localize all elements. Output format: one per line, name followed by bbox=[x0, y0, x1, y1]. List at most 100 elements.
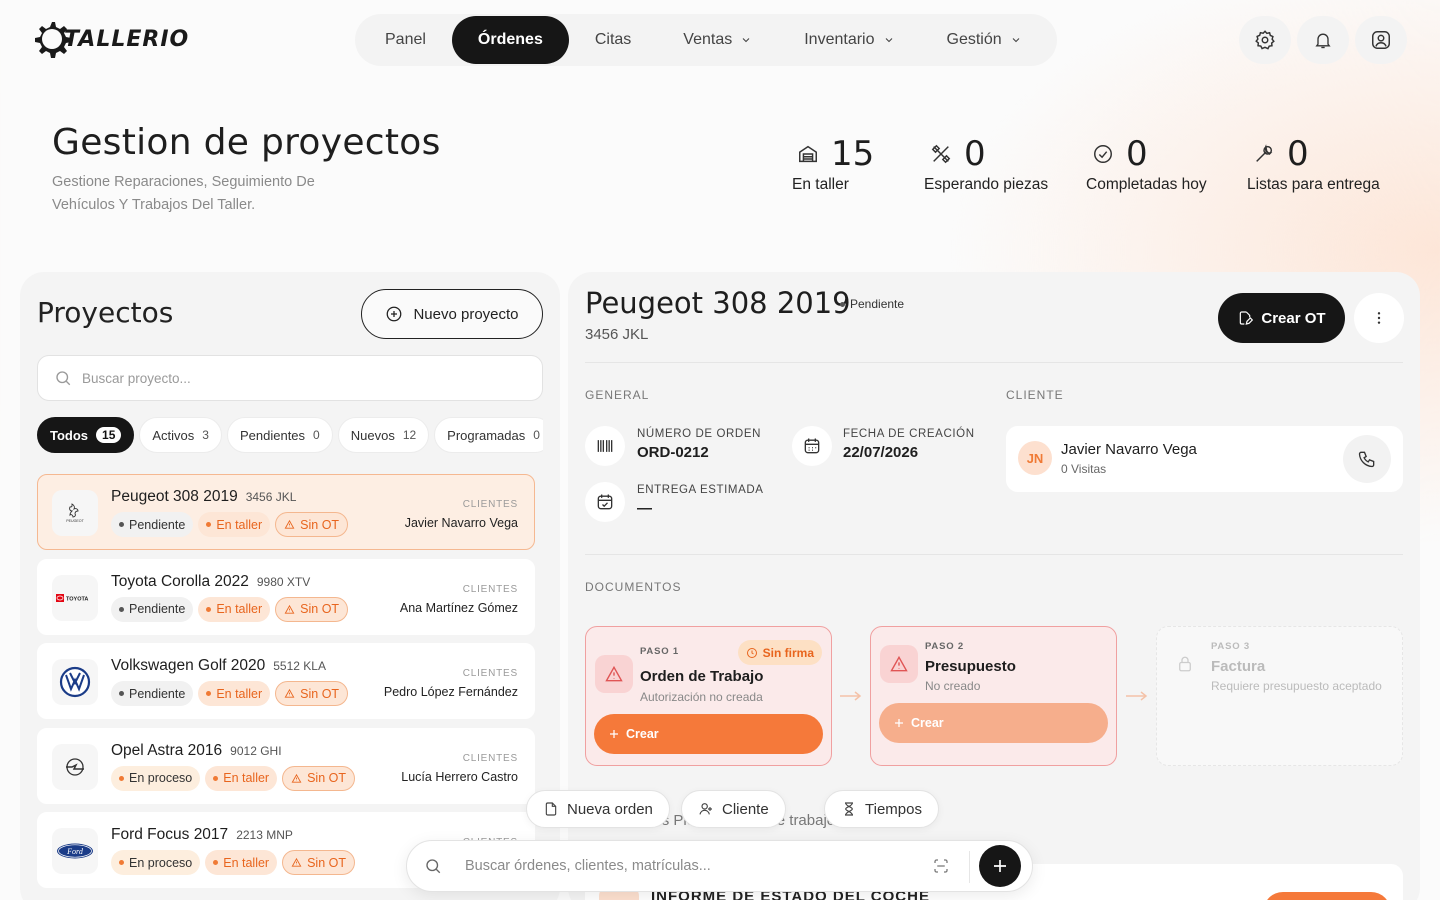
project-tags: Pendiente En taller Sin OT bbox=[111, 681, 349, 706]
quick-times-button[interactable]: Tiempos bbox=[824, 790, 939, 828]
more-options-button[interactable] bbox=[1354, 293, 1404, 343]
project-tags: Pendiente En taller Sin OT bbox=[111, 596, 349, 622]
logo-text: TALLERIO bbox=[64, 26, 190, 52]
ot-badge: Sin OT bbox=[275, 681, 349, 706]
plus-icon bbox=[994, 860, 1006, 872]
nav-item-panel[interactable]: Panel bbox=[359, 16, 452, 64]
detail-status-text: Pendiente bbox=[850, 297, 905, 311]
search-icon bbox=[426, 859, 441, 874]
filter-chip-todos[interactable]: Todos 15 bbox=[37, 417, 135, 453]
nav-item-ordenes[interactable]: Órdenes bbox=[451, 16, 569, 64]
report-button[interactable] bbox=[1263, 892, 1391, 900]
filter-label: Todos bbox=[50, 427, 89, 443]
global-search-bar[interactable]: Buscar órdenes, clientes, matrículas... bbox=[406, 840, 1033, 892]
stat-value: 15 bbox=[831, 134, 875, 174]
user-icon bbox=[1372, 31, 1390, 49]
nav-item-ventas[interactable]: Ventas bbox=[657, 16, 778, 64]
more-vertical-icon bbox=[1377, 312, 1381, 324]
filter-chip-nuevos[interactable]: Nuevos 12 bbox=[337, 417, 430, 453]
client-visits: 0 Visitas bbox=[1061, 462, 1107, 476]
project-name: Toyota Corolla 2022 9980 XTV bbox=[111, 573, 310, 591]
project-search-input[interactable]: Buscar proyecto... bbox=[37, 355, 543, 401]
project-client: CLIENTES Lucía Herrero Castro bbox=[401, 753, 518, 784]
brand-logo: PEUGEOT bbox=[52, 490, 98, 536]
settings-button[interactable] bbox=[1239, 16, 1291, 64]
client-label: CLIENTES bbox=[462, 583, 518, 595]
nav-label: Panel bbox=[385, 31, 426, 48]
project-card[interactable]: Volkswagen Golf 2020 5512 KLA Pendiente En … bbox=[37, 643, 535, 719]
wrench-icon bbox=[1256, 144, 1273, 162]
check-circle-icon bbox=[1094, 145, 1112, 163]
project-name: Ford Focus 2017 2213 MNP bbox=[111, 826, 293, 844]
create-ot-button[interactable]: Crear OT bbox=[1218, 293, 1345, 343]
plus-circle-icon bbox=[387, 306, 402, 322]
quick-action-label: Tiempos bbox=[865, 800, 922, 818]
calendar-check-icon-wrap bbox=[585, 482, 625, 522]
lock-icon bbox=[1179, 656, 1191, 672]
project-card[interactable]: PEUGEOT Peugeot 308 2019 3456 JKL Pendiente… bbox=[37, 474, 535, 550]
stat-label: Esperando piezas bbox=[924, 176, 1049, 193]
project-card[interactable]: TOYOTA Toyota Corolla 2022 9980 XTV Pendien… bbox=[37, 558, 535, 635]
plus-icon bbox=[895, 719, 903, 727]
create-work-order-button[interactable]: Crear bbox=[594, 714, 823, 754]
filter-label: Programadas bbox=[447, 427, 526, 443]
search-placeholder: Buscar proyecto... bbox=[82, 370, 191, 386]
client-card[interactable]: JN Javier Navarro Vega 0 Visitas bbox=[1006, 426, 1403, 492]
filter-label: Pendientes bbox=[239, 427, 306, 443]
ot-text: Sin OT bbox=[300, 517, 340, 532]
filter-chip-programadas[interactable]: Programadas 0 bbox=[434, 417, 543, 453]
bell-icon bbox=[1315, 33, 1331, 49]
ot-text: Sin OT bbox=[307, 771, 346, 785]
status-text: Pendiente bbox=[129, 686, 186, 701]
creation-date-label: FECHA DE CREACIÓN bbox=[843, 428, 975, 440]
ot-text: Sin OT bbox=[300, 602, 340, 616]
notifications-button[interactable] bbox=[1297, 16, 1349, 64]
delivery-date-value: — bbox=[637, 500, 652, 517]
chevron-down-icon bbox=[885, 38, 892, 43]
project-plate: 3456 JKL bbox=[245, 490, 297, 504]
project-tags: En proceso En taller Sin OT bbox=[111, 850, 355, 875]
client-name: Ana Martínez Gómez bbox=[399, 600, 518, 615]
detail-title: Peugeot 308 2019 bbox=[585, 286, 851, 320]
profile-button[interactable] bbox=[1355, 16, 1407, 64]
client-label: CLIENTES bbox=[462, 499, 518, 510]
scan-icon[interactable] bbox=[932, 857, 950, 875]
warning-icon bbox=[284, 604, 295, 614]
app-logo[interactable]: TALLERIO bbox=[32, 18, 189, 60]
location-text: En taller bbox=[223, 771, 270, 785]
plus-icon bbox=[610, 730, 618, 738]
status-badge: Pendiente bbox=[111, 681, 194, 706]
nav-item-gestion[interactable]: Gestión bbox=[921, 16, 1048, 64]
global-add-button[interactable] bbox=[979, 845, 1021, 887]
project-list[interactable]: PEUGEOT Peugeot 308 2019 3456 JKL Pendiente… bbox=[37, 474, 535, 900]
nav-item-citas[interactable]: Citas bbox=[569, 16, 657, 64]
toyota-logo: TOYOTA bbox=[56, 593, 88, 602]
stat-listas-entrega: 0 Listas para entrega bbox=[1247, 134, 1380, 194]
ot-badge: Sin OT bbox=[282, 765, 355, 791]
location-badge: En taller bbox=[205, 765, 278, 791]
client-label: CLIENTES bbox=[462, 752, 518, 764]
quick-client-button[interactable]: Cliente bbox=[681, 790, 786, 828]
create-budget-button[interactable]: Crear bbox=[879, 703, 1108, 743]
svg-text:TOYOTA: TOYOTA bbox=[66, 596, 88, 602]
doc-icon bbox=[545, 802, 557, 816]
location-text: En taller bbox=[216, 686, 263, 701]
status-text: Pendiente bbox=[129, 517, 186, 532]
filter-chip-activos[interactable]: Activos 3 bbox=[139, 417, 222, 453]
filter-chip-pendientes[interactable]: Pendientes 0 bbox=[226, 417, 333, 453]
quick-new-order-button[interactable]: Nueva orden bbox=[526, 790, 670, 828]
client-avatar: JN bbox=[1018, 441, 1052, 475]
nav-label: Gestión bbox=[946, 31, 1002, 48]
call-client-button[interactable] bbox=[1343, 435, 1391, 483]
new-project-button[interactable]: Nuevo proyecto bbox=[361, 289, 543, 339]
step-work-order: PASO 1 Orden de Trabajo Autorización no … bbox=[585, 626, 832, 766]
step-title: Presupuesto bbox=[925, 658, 1016, 675]
nav-item-inventario[interactable]: Inventario bbox=[778, 16, 920, 64]
ot-text: Sin OT bbox=[300, 686, 340, 701]
project-card[interactable]: Opel Astra 2016 9012 GHI En proceso En tall… bbox=[37, 727, 535, 804]
location-badge: En taller bbox=[198, 681, 271, 706]
step-subtitle: Autorización no creada bbox=[640, 690, 763, 704]
ot-text: Sin OT bbox=[307, 855, 346, 870]
new-project-label: Nuevo proyecto bbox=[413, 305, 519, 323]
garage-icon bbox=[799, 145, 817, 163]
